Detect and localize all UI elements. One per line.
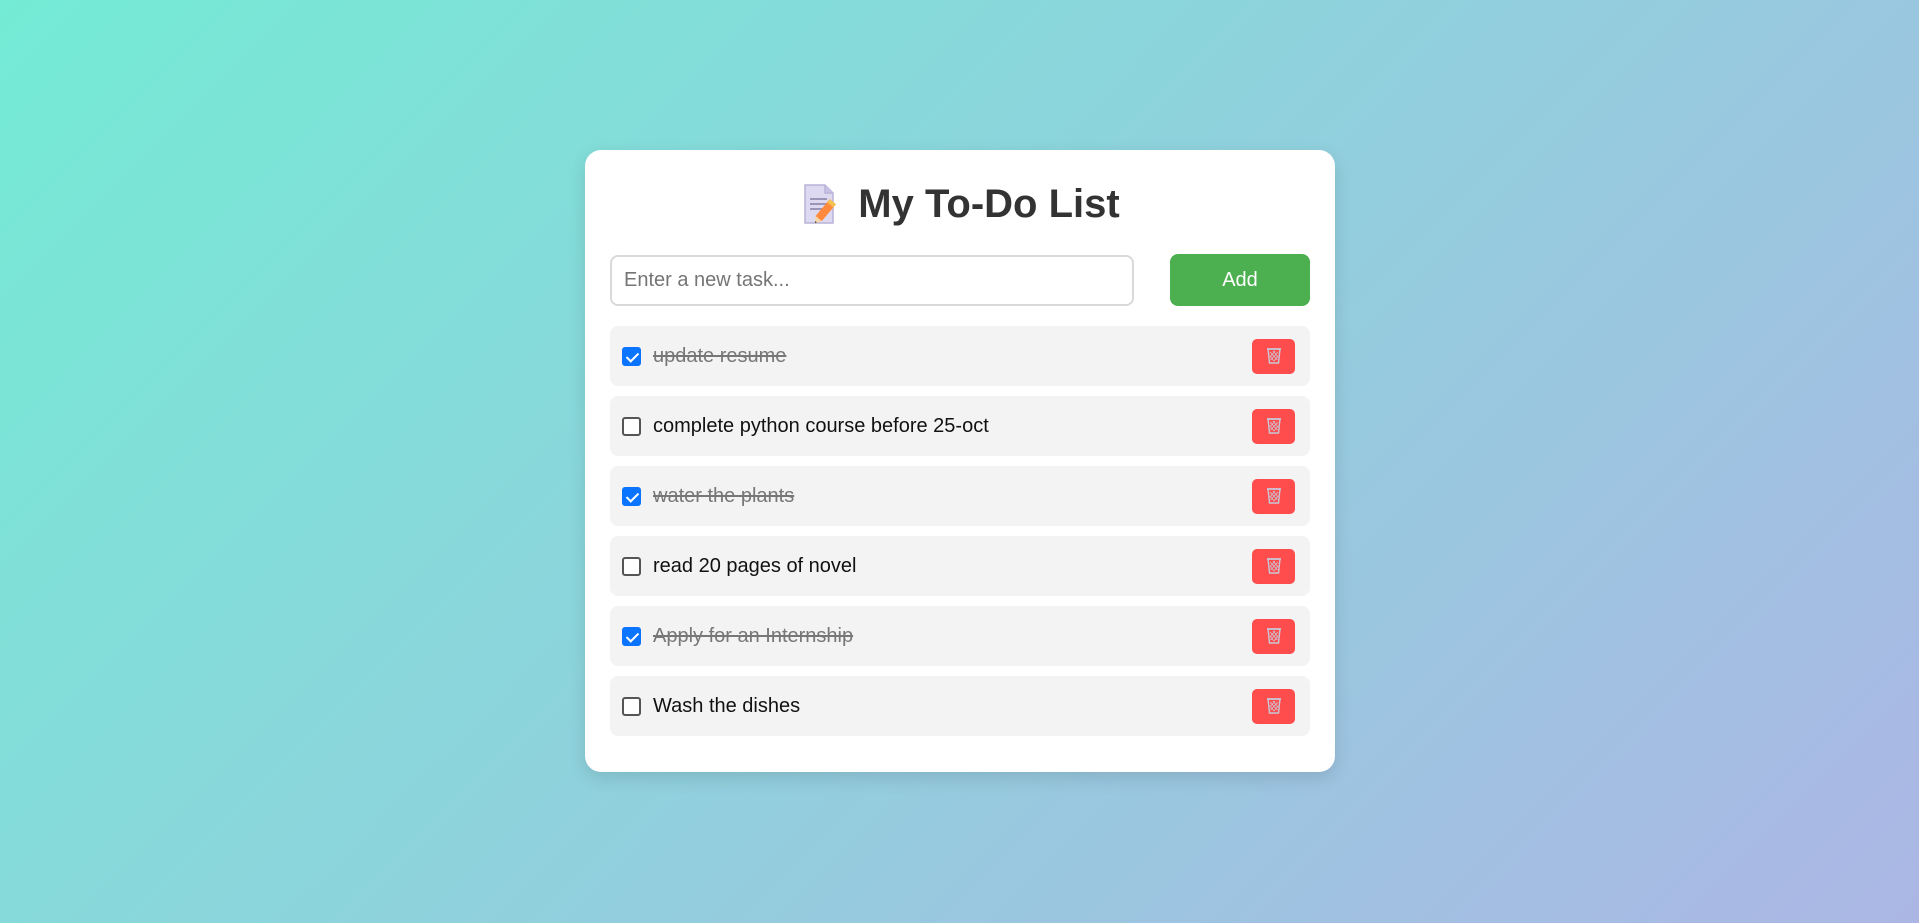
delete-task-button[interactable] <box>1252 408 1295 444</box>
delete-task-button[interactable] <box>1252 548 1295 584</box>
delete-task-button[interactable] <box>1252 688 1295 724</box>
task-label: Apply for an Internship <box>653 624 854 647</box>
task-list: update resume complete python course bef… <box>610 326 1310 736</box>
task-label: read 20 pages of novel <box>653 554 857 577</box>
new-task-row: Add <box>610 254 1310 306</box>
memo-icon <box>800 183 840 225</box>
delete-task-button[interactable] <box>1252 338 1295 374</box>
task-item: Apply for an Internship <box>610 606 1310 666</box>
delete-task-button[interactable] <box>1252 618 1295 654</box>
title-row: My To-Do List <box>610 150 1310 254</box>
wastebasket-icon <box>1266 346 1282 367</box>
task-checkbox[interactable] <box>622 626 641 646</box>
task-item: Wash the dishes <box>610 676 1310 736</box>
page-title: My To-Do List <box>858 181 1120 226</box>
wastebasket-icon <box>1266 626 1282 647</box>
add-task-button[interactable]: Add <box>1170 254 1310 306</box>
wastebasket-icon <box>1266 556 1282 577</box>
wastebasket-icon <box>1266 696 1282 717</box>
wastebasket-icon <box>1266 486 1282 507</box>
new-task-input[interactable] <box>610 254 1134 306</box>
task-item: read 20 pages of novel <box>610 536 1310 596</box>
task-label: complete python course before 25-oct <box>653 414 989 437</box>
todo-card: My To-Do List Add update resume complete… <box>585 150 1335 772</box>
task-checkbox[interactable] <box>622 486 641 506</box>
wastebasket-icon <box>1266 416 1282 437</box>
task-checkbox[interactable] <box>622 346 641 366</box>
task-checkbox[interactable] <box>622 696 641 716</box>
task-item: complete python course before 25-oct <box>610 396 1310 456</box>
task-item: update resume <box>610 326 1310 386</box>
task-label: update resume <box>653 344 787 367</box>
task-checkbox[interactable] <box>622 416 641 436</box>
delete-task-button[interactable] <box>1252 478 1295 514</box>
task-item: water the plants <box>610 466 1310 526</box>
task-label: water the plants <box>653 484 795 507</box>
task-checkbox[interactable] <box>622 556 641 576</box>
task-label: Wash the dishes <box>653 694 801 717</box>
